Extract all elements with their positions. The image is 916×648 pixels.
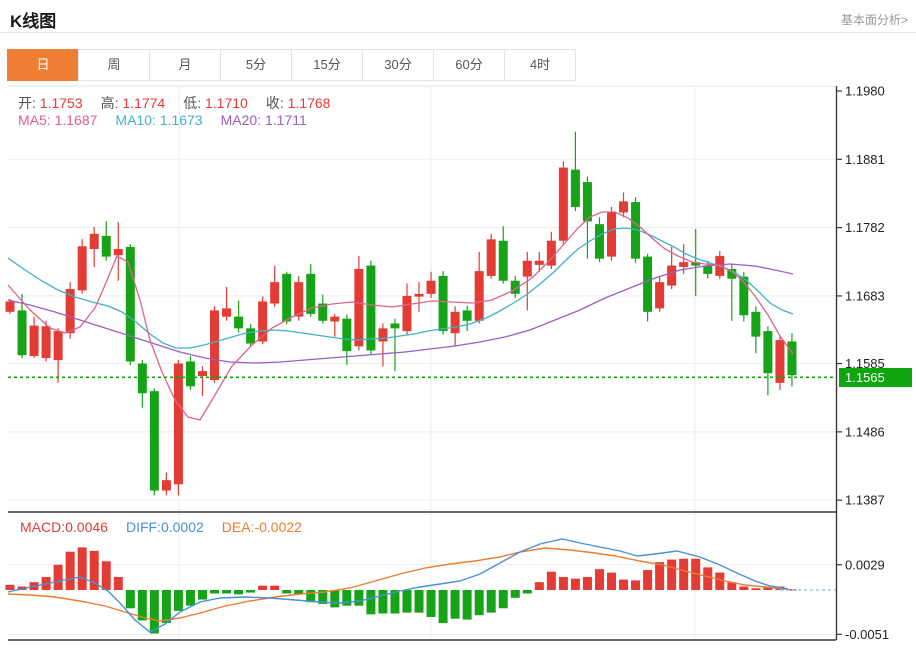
svg-text:1.1881: 1.1881	[845, 152, 885, 167]
ma-lines-group	[8, 212, 793, 420]
high-value: 高: 1.1774	[101, 93, 166, 113]
svg-text:1.1486: 1.1486	[845, 424, 885, 439]
page-title: K线图	[10, 7, 56, 32]
kline-page: { "header": { "title": "K线图", "link": "基…	[0, 0, 916, 648]
svg-text:-0.0051: -0.0051	[845, 627, 889, 642]
tab-30min[interactable]: 30分	[362, 49, 434, 81]
ma20-value: MA20: 1.1711	[221, 112, 307, 128]
macd-value: MACD:0.0046	[20, 519, 108, 535]
ohlc-legend: 开: 1.1753 高: 1.1774 低: 1.1710 收: 1.1768	[18, 93, 348, 113]
close-value: 收: 1.1768	[266, 93, 331, 113]
svg-text:1.1980: 1.1980	[845, 84, 885, 99]
fundamental-analysis-link[interactable]: 基本面分析>	[841, 11, 908, 28]
low-value: 低: 1.1710	[183, 93, 248, 113]
panel-borders	[8, 86, 837, 640]
y-axis-labels: 1.19801.18811.17821.16831.15851.14861.13…	[837, 84, 890, 642]
dea-value: DEA:-0.0022	[222, 519, 302, 535]
tab-60min[interactable]: 60分	[433, 49, 505, 81]
tab-day[interactable]: 日	[7, 49, 79, 81]
tab-5min[interactable]: 5分	[220, 49, 292, 81]
svg-text:1.1387: 1.1387	[845, 493, 885, 508]
diff-value: DIFF:0.0002	[126, 519, 204, 535]
tab-4hour[interactable]: 4时	[504, 49, 576, 81]
svg-text:0.0029: 0.0029	[845, 557, 885, 572]
current-price-badge: 1.1565	[839, 368, 912, 387]
tab-15min[interactable]: 15分	[291, 49, 363, 81]
tab-week[interactable]: 周	[78, 49, 150, 81]
svg-text:1.1782: 1.1782	[845, 220, 885, 235]
ma10-value: MA10: 1.1673	[115, 112, 202, 128]
ma-legend: MA5: 1.1687 MA10: 1.1673 MA20: 1.1711	[18, 112, 325, 128]
open-value: 开: 1.1753	[18, 93, 83, 113]
svg-text:1.1683: 1.1683	[845, 288, 885, 303]
macd-legend: MACD:0.0046 DIFF:0.0002 DEA:-0.0022	[20, 519, 320, 535]
header-divider	[0, 32, 916, 33]
grid-lines	[8, 86, 836, 640]
tab-month[interactable]: 月	[149, 49, 221, 81]
ma5-value: MA5: 1.1687	[18, 112, 97, 128]
period-tabbar: 日 周 月 5分 15分 30分 60分 4时	[7, 49, 576, 81]
